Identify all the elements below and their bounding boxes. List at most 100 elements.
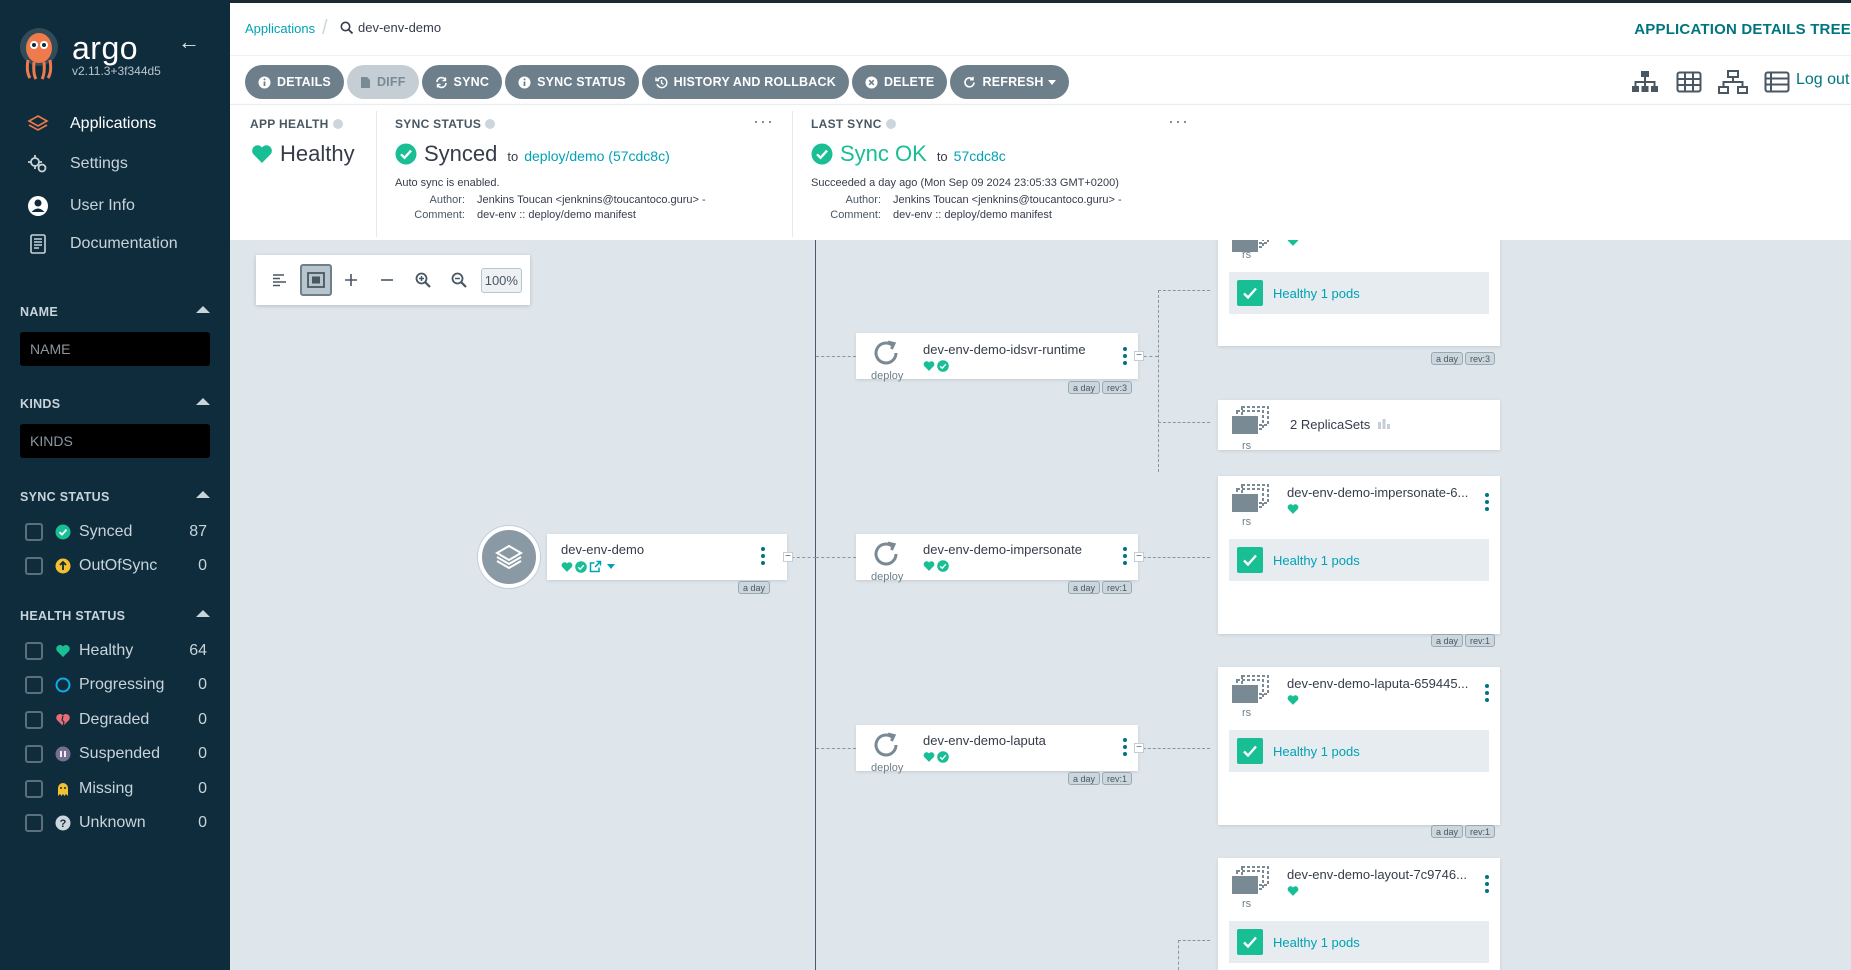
replicaset-menu-icon[interactable] bbox=[1485, 875, 1491, 893]
deploy-menu-icon[interactable] bbox=[1123, 547, 1129, 565]
name-filter-collapse-icon[interactable] bbox=[196, 306, 210, 313]
pods-summary[interactable]: Healthy 1 pods bbox=[1229, 272, 1489, 314]
collapse-toggle[interactable]: − bbox=[1134, 743, 1144, 753]
network-view-icon[interactable] bbox=[1718, 69, 1748, 95]
app-health-text: Healthy bbox=[280, 141, 355, 166]
checkbox[interactable] bbox=[25, 557, 43, 575]
checkbox[interactable] bbox=[25, 780, 43, 798]
sync-status-collapse-icon[interactable] bbox=[196, 491, 210, 498]
collapse-sidebar-icon[interactable]: ← bbox=[178, 30, 202, 54]
sync-revision-link[interactable]: deploy/demo (57cdc8c) bbox=[524, 148, 670, 164]
help-icon[interactable] bbox=[485, 119, 496, 129]
sync-status-more-button[interactable]: ··· bbox=[753, 111, 774, 132]
nav-user-info-label: User Info bbox=[70, 197, 135, 214]
name-filter-input[interactable] bbox=[20, 332, 210, 366]
filter-healthy[interactable]: Healthy 64 bbox=[25, 639, 207, 663]
fit-screen-icon[interactable] bbox=[299, 264, 332, 296]
collapse-toggle[interactable]: − bbox=[783, 552, 793, 562]
filter-count: 0 bbox=[198, 711, 207, 728]
breadcrumb-applications[interactable]: Applications bbox=[245, 21, 315, 36]
filter-label: Missing bbox=[79, 780, 134, 797]
sync-to-label: to bbox=[507, 149, 519, 164]
progress-circle-icon bbox=[55, 677, 71, 693]
rev-badge: rev:1 bbox=[1465, 825, 1496, 838]
details-button[interactable]: DETAILS bbox=[245, 65, 344, 99]
resource-tree-canvas[interactable]: 100% dev-env-demo a day − deploy dev-env… bbox=[230, 240, 1851, 970]
filter-synced[interactable]: Synced 87 bbox=[25, 520, 207, 544]
last-sync-revision-link[interactable]: 57cdc8c bbox=[954, 148, 1006, 164]
collapse-toggle[interactable]: − bbox=[1134, 351, 1144, 361]
ghost-icon bbox=[55, 781, 71, 797]
last-sync-succeeded: Succeeded a day ago (Mon Sep 09 2024 23:… bbox=[811, 177, 1119, 189]
external-link-icon[interactable] bbox=[589, 560, 602, 573]
sync-status-button[interactable]: SYNC STATUS bbox=[505, 65, 639, 99]
tree-view-icon[interactable] bbox=[1630, 69, 1660, 95]
synced-check-icon bbox=[937, 360, 949, 372]
filter-label: OutOfSync bbox=[79, 557, 158, 574]
deploy-menu-icon[interactable] bbox=[1123, 347, 1129, 365]
pods-view-icon[interactable] bbox=[1674, 69, 1704, 95]
sync-status-title: SYNC STATUS bbox=[395, 117, 496, 131]
pods-summary[interactable]: Healthy 1 pods bbox=[1229, 539, 1489, 581]
nav-settings[interactable]: Settings bbox=[26, 150, 128, 178]
filter-progressing[interactable]: Progressing 0 bbox=[25, 673, 207, 697]
checkbox[interactable] bbox=[25, 814, 43, 832]
pods-label: Healthy 1 pods bbox=[1273, 743, 1360, 759]
nav-applications[interactable]: Applications bbox=[26, 110, 156, 138]
plus-icon[interactable] bbox=[336, 264, 368, 296]
deploy-menu-icon[interactable] bbox=[1123, 738, 1129, 756]
kinds-filter-input[interactable] bbox=[20, 424, 210, 458]
checkbox[interactable] bbox=[25, 642, 43, 660]
filter-unknown[interactable]: ? Unknown 0 bbox=[25, 811, 207, 835]
health-status-collapse-icon[interactable] bbox=[196, 610, 210, 617]
application-node-icon[interactable] bbox=[478, 526, 540, 588]
refresh-button[interactable]: REFRESH bbox=[950, 65, 1069, 99]
last-sync-comment-row: Comment: dev-env :: deploy/demo manifest bbox=[811, 209, 1052, 221]
kind-label: deploy bbox=[871, 762, 904, 774]
pods-summary[interactable]: Healthy 1 pods bbox=[1229, 730, 1489, 772]
nav-documentation[interactable]: Documentation bbox=[26, 230, 178, 258]
last-sync-more-button[interactable]: ··· bbox=[1168, 111, 1189, 132]
last-sync-to-label: to bbox=[936, 149, 948, 164]
application-node[interactable] bbox=[547, 534, 787, 580]
divider bbox=[792, 111, 793, 237]
help-icon[interactable] bbox=[885, 119, 896, 129]
kinds-filter-title: KINDS bbox=[20, 397, 61, 411]
filter-outofsync[interactable]: OutOfSync 0 bbox=[25, 554, 207, 578]
history-rollback-button[interactable]: HISTORY AND ROLLBACK bbox=[641, 65, 849, 99]
minus-icon[interactable] bbox=[371, 264, 403, 296]
filter-missing[interactable]: Missing 0 bbox=[25, 777, 207, 801]
app-node-menu-icon[interactable] bbox=[761, 547, 767, 565]
group-label: 2 ReplicaSets bbox=[1290, 417, 1371, 432]
kinds-filter-collapse-icon[interactable] bbox=[196, 398, 210, 405]
diff-button[interactable]: DIFF bbox=[346, 65, 419, 99]
filter-count: 87 bbox=[189, 523, 207, 540]
checkbox[interactable] bbox=[25, 523, 43, 541]
nav-user-info[interactable]: User Info bbox=[26, 192, 135, 220]
breadcrumb-app[interactable]: dev-env-demo bbox=[340, 20, 441, 35]
checkbox[interactable] bbox=[25, 711, 43, 729]
filter-suspended[interactable]: Suspended 0 bbox=[25, 742, 207, 766]
nav-applications-label: Applications bbox=[70, 115, 157, 132]
rev-badge: rev:1 bbox=[1102, 772, 1133, 785]
replicaset-menu-icon[interactable] bbox=[1485, 684, 1491, 702]
sync-button[interactable]: SYNC bbox=[421, 65, 503, 99]
view-switcher bbox=[1630, 69, 1792, 95]
checkbox[interactable] bbox=[25, 745, 43, 763]
collapse-toggle[interactable]: − bbox=[1134, 552, 1144, 562]
replicaset-status bbox=[1287, 240, 1299, 247]
zoom-in-icon[interactable] bbox=[407, 264, 439, 296]
list-view-icon[interactable] bbox=[1762, 69, 1792, 95]
zoom-level[interactable]: 100% bbox=[480, 267, 522, 293]
logout-link[interactable]: Log out bbox=[1796, 71, 1849, 89]
replicaset-menu-icon[interactable] bbox=[1485, 493, 1491, 511]
filter-label: Healthy bbox=[79, 642, 134, 659]
delete-button[interactable]: DELETE bbox=[851, 65, 948, 99]
align-left-icon[interactable] bbox=[264, 264, 296, 296]
filter-degraded[interactable]: Degraded 0 bbox=[25, 708, 207, 732]
pods-summary[interactable]: Healthy 1 pods bbox=[1229, 921, 1489, 963]
zoom-out-icon[interactable] bbox=[443, 264, 475, 296]
caret-down-icon[interactable] bbox=[607, 564, 615, 569]
checkbox[interactable] bbox=[25, 676, 43, 694]
help-icon[interactable] bbox=[332, 119, 343, 129]
